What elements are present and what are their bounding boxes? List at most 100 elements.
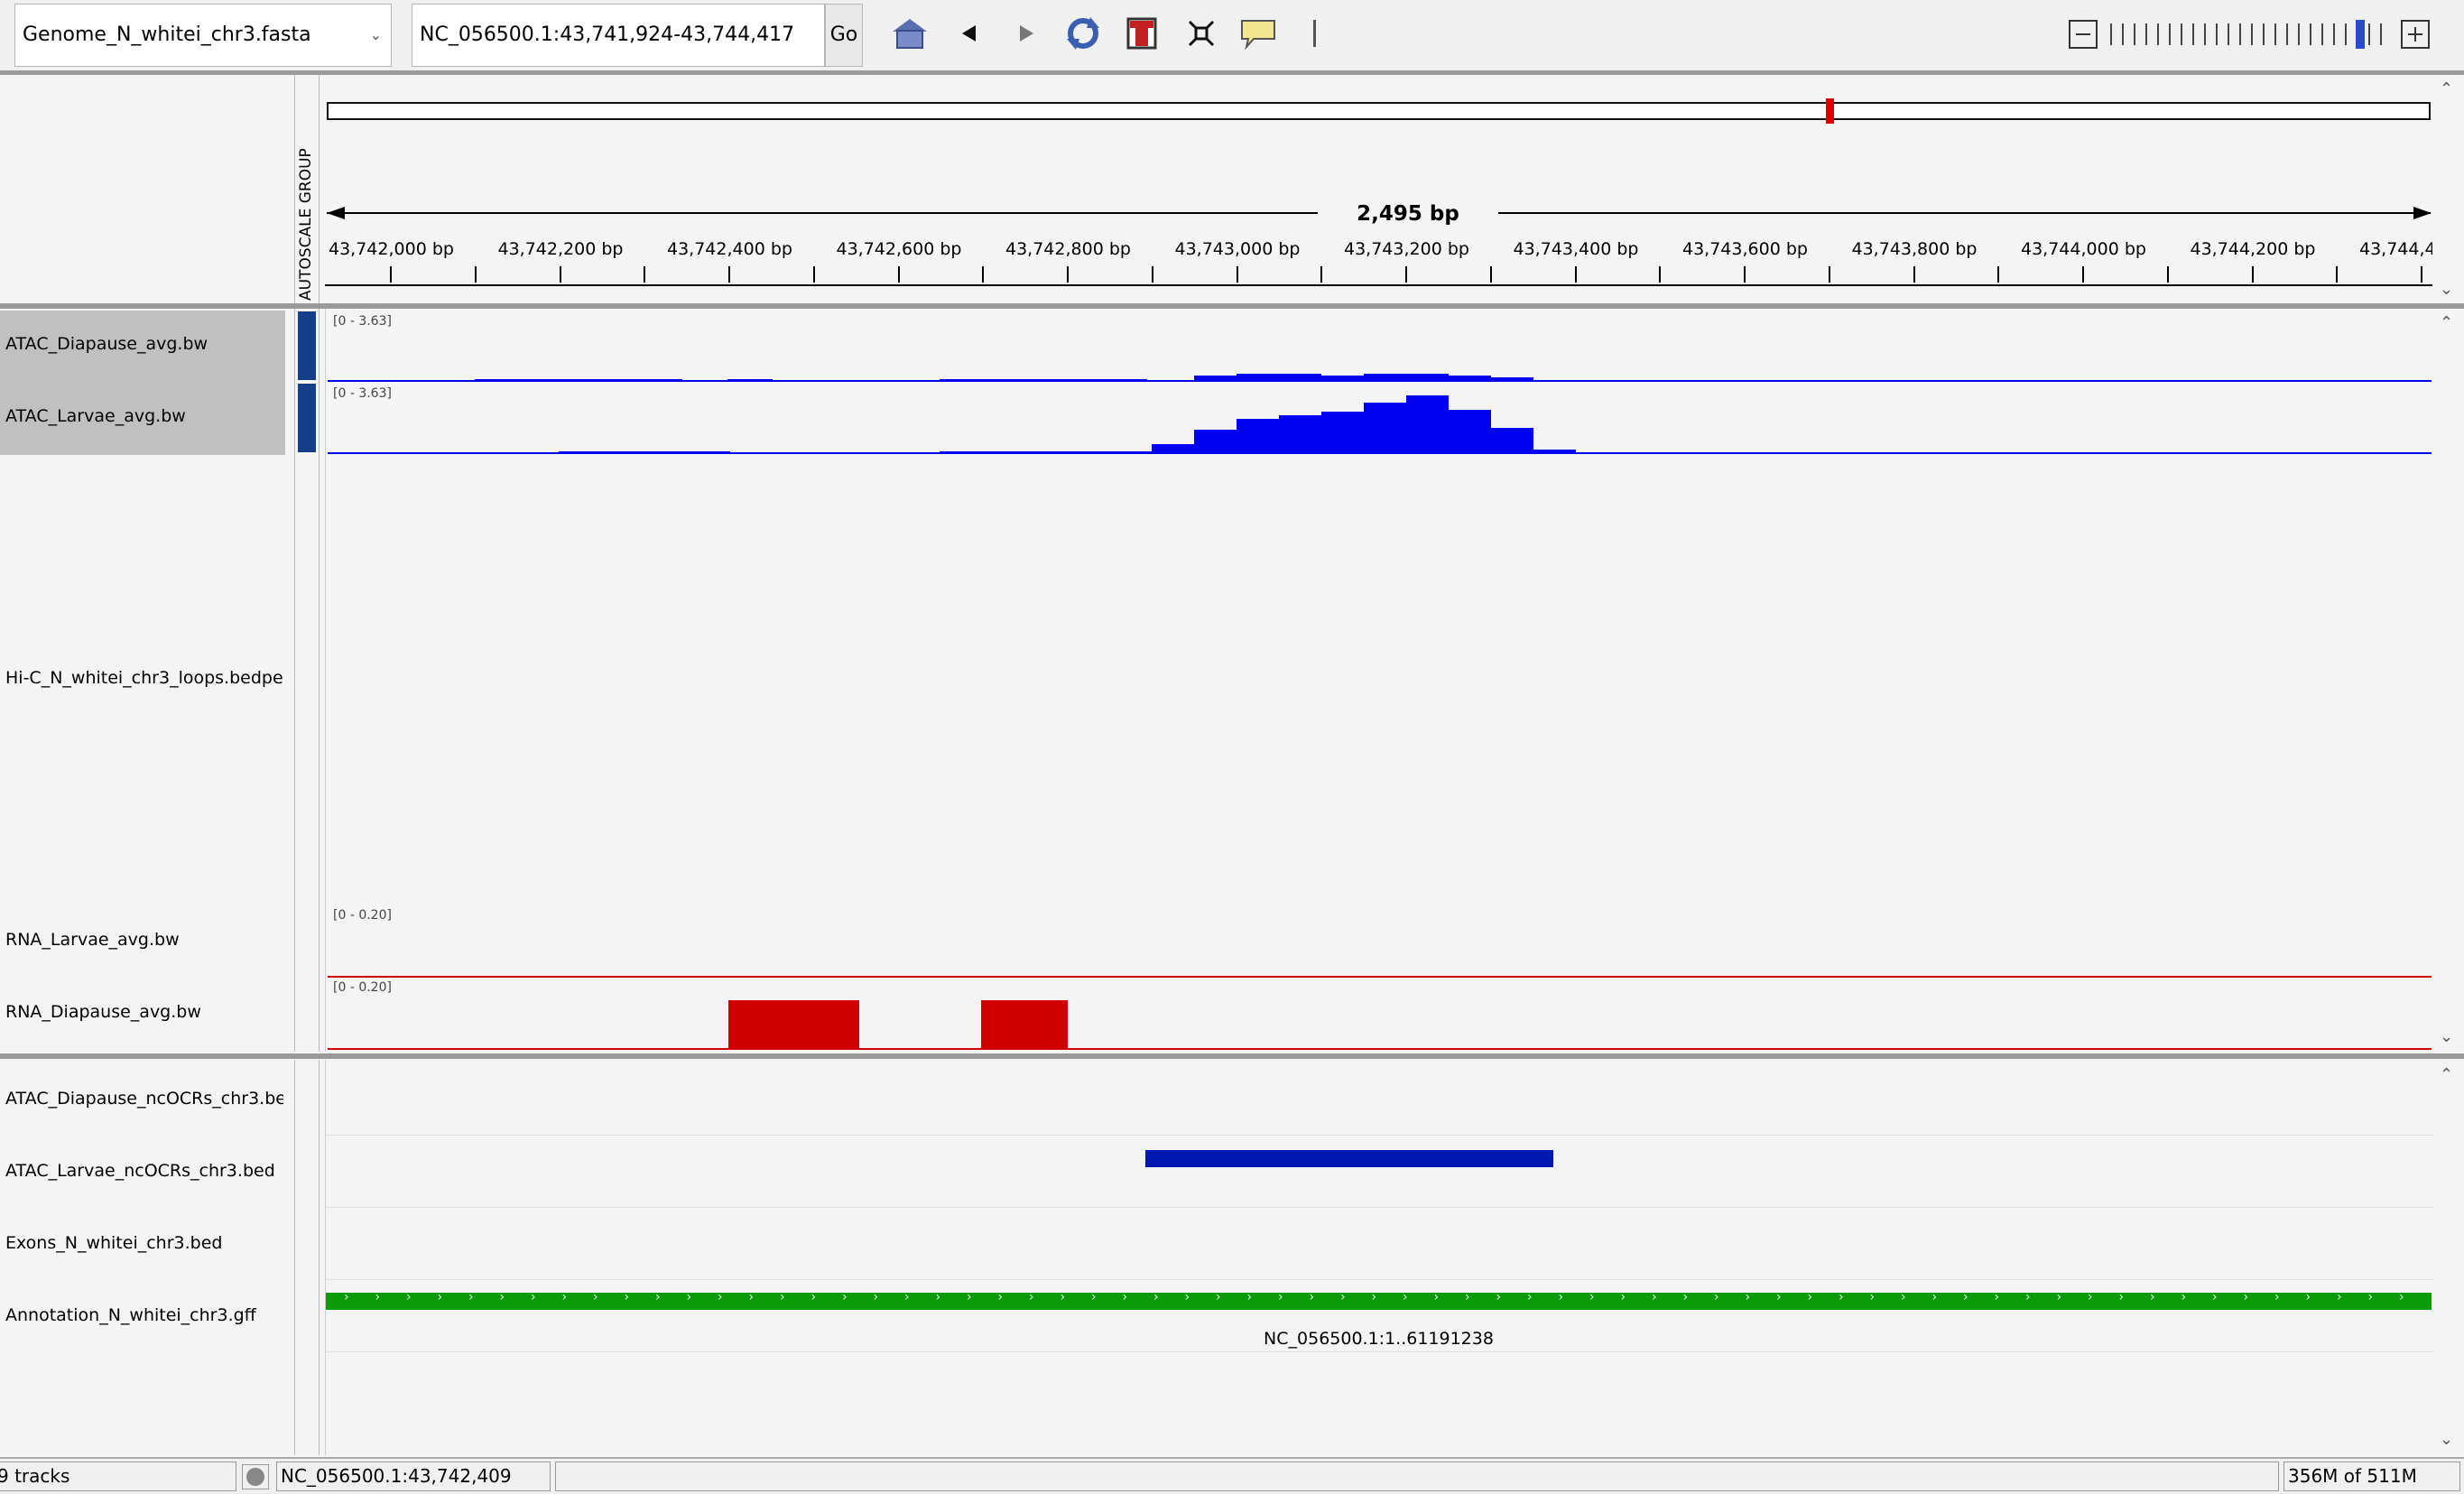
locus-input[interactable]: NC_056500.1:43,741,924-43,744,417 <box>412 4 825 67</box>
strand-arrow-icon: › <box>499 1290 505 1304</box>
strand-arrow-icon: › <box>1433 1290 1440 1304</box>
zoom-slider-tick[interactable] <box>2110 23 2112 45</box>
zoom-slider-tick[interactable] <box>2145 23 2147 45</box>
strand-arrow-icon: › <box>967 1290 972 1304</box>
popup-info-button[interactable] <box>1236 11 1281 56</box>
header-scroll-down-icon[interactable]: ⌄ <box>2440 280 2453 299</box>
speech-bubble-icon <box>1241 20 1275 50</box>
zoom-slider-tick[interactable] <box>2298 23 2300 45</box>
header-scroll-up-icon[interactable]: ⌃ <box>2440 79 2453 98</box>
track-name-annotation[interactable]: Annotation_N_whitei_chr3.gff <box>5 1305 283 1325</box>
ocr-larvae-feature[interactable] <box>1145 1150 1553 1167</box>
track-name-atac-diapause[interactable]: ATAC_Diapause_avg.bw <box>5 334 283 354</box>
autoscale-attribute-atac-diapause[interactable] <box>298 311 316 380</box>
atac-larvae-bar <box>1237 419 1279 453</box>
ruler-tick-label: 43,742,800 bp <box>1005 239 1131 259</box>
strand-arrow-icon: › <box>1994 1290 2000 1304</box>
zoom-slider-tick[interactable] <box>2380 23 2382 45</box>
ruler-tick-mark <box>897 266 900 283</box>
header-name-panel <box>0 75 294 303</box>
home-button[interactable] <box>887 11 932 56</box>
feature-scroll-up-icon[interactable]: ⌃ <box>2440 1065 2453 1084</box>
strand-arrow-icon: › <box>1216 1290 1221 1304</box>
annotation-feature[interactable]: › › › › › › › › › › › › › › › › › › › › › › › › › › › › › › › › › › › › › › › ›… <box>326 1290 2432 1310</box>
zoom-slider-tick[interactable] <box>2274 23 2276 45</box>
zoom-slider-tick[interactable] <box>2192 23 2194 45</box>
feature-name-panel: ATAC_Diapause_ncOCRs_chr3.bed ATAC_Larva… <box>0 1060 294 1455</box>
zoom-slider-tick[interactable] <box>2310 23 2311 45</box>
strand-arrow-icon: › <box>1403 1290 1408 1304</box>
autoscale-attribute-atac-larvae[interactable] <box>298 384 316 452</box>
roi-button[interactable] <box>1119 11 1164 56</box>
resize-button[interactable] <box>1179 11 1224 56</box>
zoom-slider-tick[interactable] <box>2228 23 2229 45</box>
ruler-panel[interactable]: 2,495 bp 43,742,000 bp 43,742,200 bp 43,74… <box>325 75 2432 303</box>
zoom-slider-tick[interactable] <box>2368 23 2370 45</box>
strand-arrow-icon: › <box>2025 1290 2031 1304</box>
refresh-button[interactable] <box>1061 11 1106 56</box>
zoom-slider-tick[interactable] <box>2204 23 2206 45</box>
zoom-slider-tick[interactable] <box>2345 23 2347 45</box>
zoom-slider-tick[interactable] <box>2263 23 2265 45</box>
strand-arrow-icon: › <box>1714 1290 1719 1304</box>
feature-panel[interactable]: › › › › › › › › › › › › › › › › › › › › › › › › › › › › › › › › › › › › › › › ›… <box>325 1060 2433 1455</box>
zoom-slider-tick[interactable] <box>2286 23 2288 45</box>
zoom-slider-tick[interactable] <box>2134 23 2135 45</box>
track-name-hic-loops[interactable]: Hi-C_N_whitei_chr3_loops.bedpe <box>5 668 283 688</box>
strand-arrow-icon: › <box>2088 1290 2093 1304</box>
zoom-slider-tick[interactable] <box>2216 23 2218 45</box>
track-name-atac-larvae[interactable]: ATAC_Larvae_avg.bw <box>5 406 283 426</box>
zoom-slider-tick[interactable] <box>2333 23 2335 45</box>
ruler-tick-mark <box>1997 266 2000 283</box>
go-button[interactable]: Go <box>825 4 863 67</box>
atac-larvae-bar <box>1449 410 1491 453</box>
track-name-ocr-diapause[interactable]: ATAC_Diapause_ncOCRs_chr3.bed <box>5 1089 283 1109</box>
zoom-slider-tick[interactable] <box>2157 23 2159 45</box>
feature-scroll-down-icon[interactable]: ⌄ <box>2440 1430 2453 1449</box>
strand-arrow-icon: › <box>2367 1290 2374 1304</box>
track-name-rna-diapause[interactable]: RNA_Diapause_avg.bw <box>5 1002 283 1022</box>
zoom-slider-tick[interactable] <box>2169 23 2171 45</box>
ruler-tick-label: 43,744,4( <box>2359 239 2432 259</box>
strand-arrow-icon: › <box>811 1290 817 1304</box>
forward-button[interactable] <box>1004 11 1049 56</box>
data-scroll-down-icon[interactable]: ⌄ <box>2440 1027 2453 1046</box>
ruler-tick-mark <box>644 266 646 283</box>
strand-arrow-icon: › <box>593 1290 598 1304</box>
zoom-in-button[interactable] <box>2401 20 2430 49</box>
zoom-slider-tick[interactable] <box>2239 23 2241 45</box>
ruler-tick-label: 43,742,200 bp <box>497 239 624 259</box>
strand-arrow-icon: › <box>718 1290 723 1304</box>
zoom-slider-tick[interactable] <box>2251 23 2253 45</box>
ruler-tick-label: 43,743,200 bp <box>1344 239 1469 259</box>
zoom-slider-tick[interactable] <box>2181 23 2182 45</box>
strand-arrow-icon: › <box>2399 1290 2404 1304</box>
track-name-exons[interactable]: Exons_N_whitei_chr3.bed <box>5 1233 283 1253</box>
zoom-slider-thumb[interactable] <box>2356 20 2365 49</box>
strand-arrow-icon: › <box>655 1290 661 1304</box>
zoom-out-button[interactable] <box>2069 20 2098 49</box>
back-button[interactable] <box>947 11 992 56</box>
genome-dropdown-value: Genome_N_whitei_chr3.fasta <box>23 23 311 46</box>
ruler-baseline <box>325 284 2432 286</box>
attribute-panel-header: AUTOSCALE GROUP <box>294 75 320 303</box>
genome-dropdown[interactable]: Genome_N_whitei_chr3.fasta ⌄ <box>14 4 392 67</box>
fit-to-window-icon <box>1188 20 1215 47</box>
zoom-slider-tick[interactable] <box>2321 23 2323 45</box>
ruler-tick-mark <box>1320 266 1323 283</box>
ruler-tick-mark <box>2166 266 2169 283</box>
strand-arrow-icon: › <box>904 1290 910 1304</box>
atac-larvae-bar <box>1321 412 1364 453</box>
chevron-down-icon: ⌄ <box>369 26 382 43</box>
atac-larvae-bar <box>1491 428 1533 453</box>
feature-divider <box>0 1053 2464 1059</box>
track-name-rna-larvae[interactable]: RNA_Larvae_avg.bw <box>5 930 283 950</box>
zoom-slider[interactable] <box>2110 20 2390 49</box>
chromosome-ideogram[interactable] <box>327 102 2431 120</box>
zoom-slider-tick[interactable] <box>2122 23 2124 45</box>
data-panel[interactable]: [0 - 3.63] [0 - 3.63] [0 - 0.20] [0 - 0.… <box>325 309 2433 1052</box>
track-name-ocr-larvae[interactable]: ATAC_Larvae_ncOCRs_chr3.bed <box>5 1161 283 1181</box>
row-divider <box>326 1207 2433 1208</box>
data-scroll-up-icon[interactable]: ⌃ <box>2440 313 2453 332</box>
strand-arrow-icon: › <box>2274 1290 2280 1304</box>
